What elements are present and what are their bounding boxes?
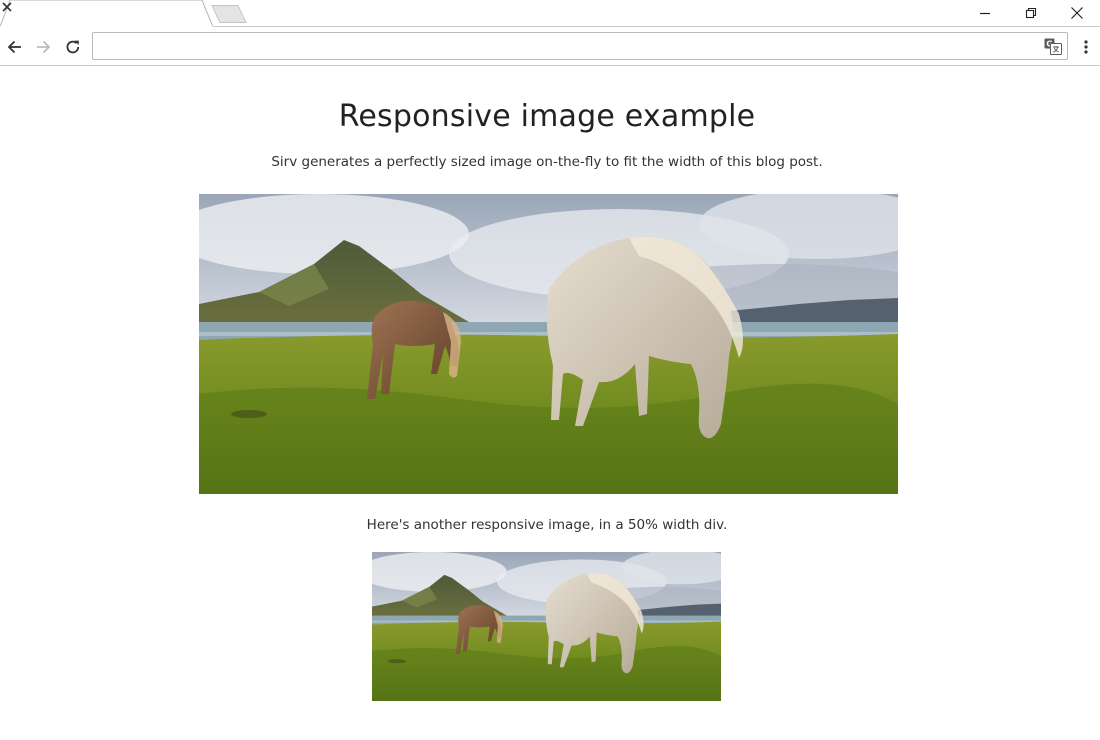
back-button[interactable]	[3, 35, 27, 59]
arrow-left-icon	[7, 40, 21, 54]
restore-button[interactable]	[1008, 0, 1054, 26]
web-page: Responsive image example Sirv generates …	[0, 67, 1100, 740]
address-input[interactable]	[99, 36, 1029, 56]
translate-icon[interactable]: G	[1044, 38, 1062, 55]
browser-titlebar	[0, 0, 1100, 27]
arrow-right-icon	[37, 40, 51, 54]
page-title: Responsive image example	[338, 99, 756, 134]
horses-half-width-image	[372, 552, 721, 701]
tab-close-icon[interactable]	[0, 0, 14, 14]
horses-hero-image	[199, 194, 898, 494]
browser-menu-button[interactable]	[1076, 35, 1096, 59]
browser-toolbar: G	[0, 27, 1100, 66]
kebab-menu-icon	[1084, 40, 1088, 54]
window-close-icon	[1071, 7, 1083, 19]
reload-icon	[66, 40, 80, 54]
forward-button[interactable]	[31, 35, 55, 59]
minimize-icon	[980, 12, 990, 15]
browser-tab[interactable]	[0, 0, 214, 27]
new-tab-icon[interactable]	[210, 5, 248, 23]
intro-paragraph: Sirv generates a perfectly sized image o…	[271, 154, 823, 170]
tab-shape	[0, 0, 214, 27]
landscape-photo-icon	[372, 552, 721, 701]
restore-icon	[1025, 7, 1037, 19]
reload-button[interactable]	[61, 35, 85, 59]
address-bar[interactable]: G	[92, 32, 1068, 60]
second-caption: Here's another responsive image, in a 50…	[366, 517, 728, 533]
minimize-button[interactable]	[962, 0, 1008, 26]
window-close-button[interactable]	[1054, 0, 1100, 26]
landscape-photo-icon	[199, 194, 898, 494]
